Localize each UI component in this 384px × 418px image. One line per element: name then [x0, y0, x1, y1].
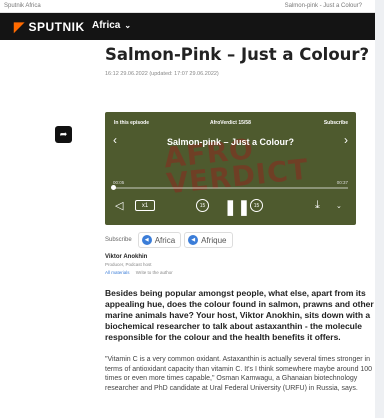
- next-episode-icon[interactable]: ›: [344, 133, 348, 147]
- chevron-down-icon: ⌄: [124, 21, 132, 30]
- author-links: All materials Write to the author: [105, 270, 173, 275]
- subscribe-label: Subscribe: [105, 237, 132, 243]
- podcast-player: AFRO VERDICT In this episode AfroVerdict…: [105, 112, 356, 225]
- author-role: Producer, Podcast host: [105, 262, 152, 267]
- site-header: ◤ SPUTNIK Africa ⌄: [0, 13, 384, 40]
- playback-speed-button[interactable]: x1: [135, 200, 155, 211]
- podcast-app-icon: ◀: [188, 235, 199, 245]
- page-scroll-edge: [375, 0, 384, 418]
- skip-forward-label: 15: [253, 202, 260, 209]
- tab-title[interactable]: Salmon-pink - Just a Colour?: [285, 3, 362, 9]
- subscribe-bar: Subscribe ◀ Africa ◀ Afrique: [105, 231, 236, 249]
- all-materials-link[interactable]: All materials: [105, 270, 130, 275]
- skip-forward-button[interactable]: 15: [250, 199, 263, 212]
- sputnik-logo[interactable]: ◤ SPUTNIK: [14, 19, 85, 35]
- share-icon: ➦: [59, 129, 68, 139]
- speed-label: x1: [141, 202, 149, 209]
- volume-icon[interactable]: ◁: [115, 199, 123, 212]
- subscribe-afrique-button[interactable]: ◀ Afrique: [184, 232, 233, 248]
- player-subscribe-link[interactable]: Subscribe: [324, 120, 348, 126]
- podcast-app-icon: ◀: [141, 235, 152, 245]
- author-name[interactable]: Viktor Anokhin: [105, 254, 147, 260]
- more-options-icon[interactable]: ⌄: [336, 202, 342, 210]
- subscribe-option-label: Afrique: [201, 235, 227, 245]
- subscribe-option-label: Africa: [154, 235, 176, 245]
- progress-handle[interactable]: [111, 185, 116, 190]
- share-button[interactable]: ➦: [55, 126, 72, 143]
- body-paragraph: "Vitamin C is a very common oxidant. Ast…: [105, 356, 373, 392]
- elapsed-time: 00:05: [113, 180, 125, 185]
- episode-title: Salmon-pink – Just a Colour?: [166, 137, 294, 147]
- write-to-author-link[interactable]: Write to the author: [136, 270, 173, 275]
- article-dates: 16:12 29.06.2022 (updated: 17:07 29.06.2…: [105, 71, 219, 77]
- region-selector[interactable]: Africa ⌄: [92, 20, 131, 31]
- sputnik-logo-icon: ◤: [14, 19, 25, 34]
- player-episode-label[interactable]: In this episode: [114, 120, 149, 126]
- pause-button[interactable]: ❚❚: [224, 198, 251, 216]
- browser-window: Sputnik Africa Salmon-pink - Just a Colo…: [0, 0, 384, 418]
- browser-tab-strip: Sputnik Africa Salmon-pink - Just a Colo…: [0, 0, 384, 13]
- download-icon[interactable]: ⤓: [315, 199, 320, 212]
- site-url-text[interactable]: Sputnik Africa: [4, 3, 41, 9]
- progress-track[interactable]: [111, 185, 348, 190]
- subscribe-africa-button[interactable]: ◀ Africa: [137, 232, 182, 248]
- page-title: Salmon-Pink – Just a Colour?: [105, 45, 370, 64]
- region-label: Africa: [92, 20, 121, 31]
- skip-back-label: 15: [199, 202, 206, 209]
- logo-text: SPUTNIK: [28, 20, 85, 34]
- total-time: 00:37: [336, 180, 348, 185]
- lead-paragraph: Besides being popular amongst people, wh…: [105, 288, 374, 342]
- skip-back-button[interactable]: 15: [196, 199, 209, 212]
- player-series-label: AfroVerdict 15/58: [210, 120, 251, 126]
